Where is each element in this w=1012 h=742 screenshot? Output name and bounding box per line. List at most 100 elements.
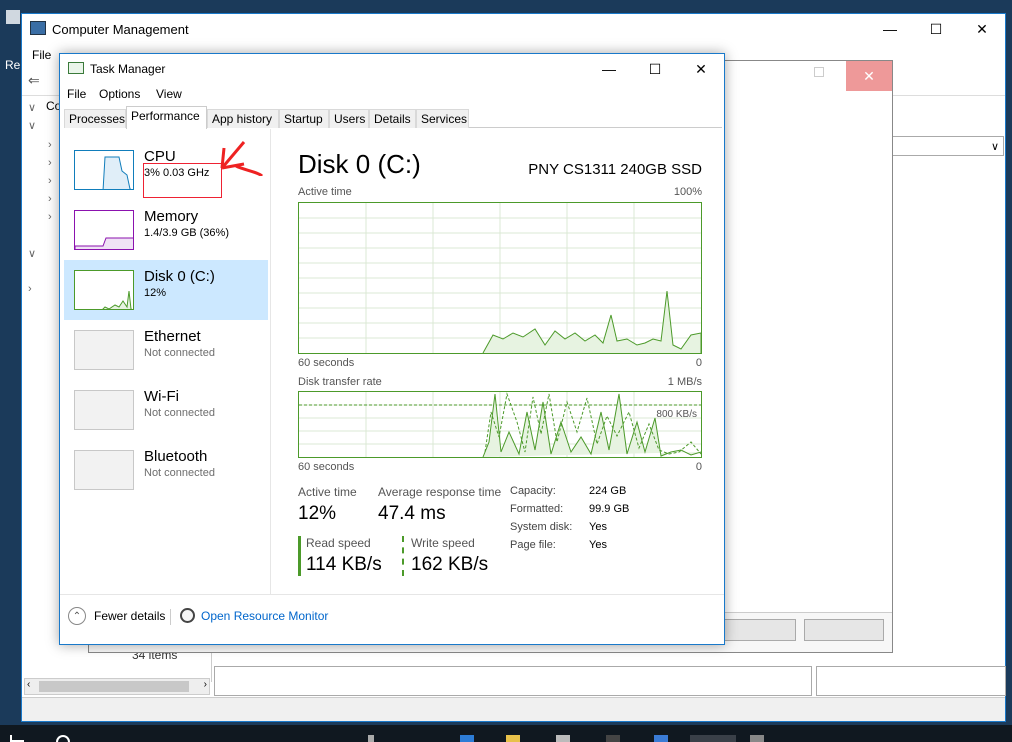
disk-title: Disk 0 (C:) [298,149,421,179]
resource-name: Disk 0 (C:) [144,268,215,285]
taskbar-active-app[interactable] [690,735,736,742]
tree-chevron-icon[interactable]: › [48,157,52,169]
avg-response-label: Average response time [378,485,502,499]
resource-item-wifi[interactable]: Wi-Fi Not connected [64,380,268,440]
memory-thumbnail-graph [74,210,134,250]
tab-details[interactable]: Details [369,109,416,128]
resource-name: Ethernet [144,328,201,345]
resource-detail: Not connected [144,467,215,479]
tab-startup[interactable]: Startup [279,109,329,128]
disk-detail-panel: Disk 0 (C:) PNY CS1311 240GB SSD Active … [298,149,702,589]
back-arrow-icon[interactable]: ⇐ [28,72,40,89]
resource-item-disk[interactable]: Disk 0 (C:) 12% [64,260,268,320]
resource-name: Bluetooth [144,448,208,465]
desktop-icon[interactable] [6,10,20,24]
tm-footer: ⌃ Fewer details Open Resource Monitor [60,594,724,644]
resource-item-ethernet[interactable]: Ethernet Not connected [64,320,268,380]
tm-close-button[interactable]: ✕ [678,54,724,84]
spec-value: Yes [589,539,607,551]
resource-item-memory[interactable]: Memory 1.4/3.9 GB (36%) [64,200,268,260]
dialog-close-button[interactable]: ✕ [846,61,892,91]
write-speed-indicator [402,536,404,576]
tm-minimize-button[interactable]: — [586,54,632,84]
active-time-value: 12% [298,503,337,524]
tree-chevron-icon[interactable]: › [48,193,52,205]
tab-services[interactable]: Services [416,109,469,128]
spec-value: 99.9 GB [589,503,630,515]
tm-menu-options[interactable]: Options [99,87,140,101]
footer-divider [170,609,171,625]
dialog-button[interactable] [716,619,796,641]
tree-chevron-icon[interactable]: › [48,211,52,223]
tree-chevron-icon[interactable]: › [28,283,32,295]
cm-title-bar: Computer Management — ☐ ✕ [22,14,1005,44]
read-speed-value: 114 KB/s [306,554,382,575]
tab-processes[interactable]: Processes [64,109,126,128]
scroll-right-icon[interactable]: › [204,679,207,690]
store-icon[interactable] [556,735,570,742]
tm-menu-bar: File Options View [60,84,724,104]
disk-model: PNY CS1311 240GB SSD [528,161,702,178]
folder-icon[interactable] [506,735,520,742]
active-time-x-left: 60 seconds [298,357,355,369]
spec-label: System disk: [510,521,573,533]
tab-users[interactable]: Users [329,109,369,128]
active-time-graph-label: Active time [298,186,352,198]
start-icon[interactable] [10,735,24,742]
disk-transfer-graph: 800 KB/s [298,391,702,458]
tm-maximize-button[interactable]: ☐ [632,54,678,84]
resource-item-bluetooth[interactable]: Bluetooth Not connected [64,440,268,500]
spec-label: Page file: [510,539,556,551]
cm-maximize-button[interactable]: ☐ [913,14,959,44]
spec-value: Yes [589,521,607,533]
tm-tab-strip: Processes Performance App history Startu… [64,106,722,129]
tree-expand-icon[interactable]: ∨ [28,101,36,114]
tree-chevron-icon[interactable]: › [48,175,52,187]
chevron-up-icon[interactable]: ⌃ [68,607,86,625]
tab-app-history[interactable]: App history [207,109,279,128]
tm-window-title: Task Manager [90,62,166,76]
bluetooth-thumbnail-graph [74,450,134,490]
resource-list: CPU 3% 0.03 GHz Memory 1.4/3.9 GB (36%) … [60,129,271,594]
open-resource-monitor-link[interactable]: Open Resource Monitor [201,609,328,623]
resource-detail: 1.4/3.9 GB (36%) [144,227,229,239]
tab-performance[interactable]: Performance [126,106,207,129]
read-speed-indicator [298,536,301,576]
scrollbar-thumb[interactable] [39,681,189,692]
write-speed-label: Write speed [411,536,475,550]
edge-icon[interactable] [460,735,474,742]
transfer-x-right: 0 [695,461,702,473]
app-icon[interactable] [606,735,620,742]
cm-right-panel [816,666,1006,696]
cm-middle-panel [214,666,812,696]
active-time-x-right: 0 [695,357,702,369]
dialog-maximize-button[interactable] [814,67,824,77]
transfer-x-left: 60 seconds [298,461,355,473]
resource-monitor-icon[interactable] [180,608,195,623]
resource-name: Wi-Fi [144,388,179,405]
cm-minimize-button[interactable]: — [867,14,913,44]
transfer-graph-max: 1 MB/s [667,376,702,388]
resource-detail: Not connected [144,347,215,359]
transfer-graph-mid-label: 800 KB/s [656,409,697,420]
taskbar [0,725,1012,742]
search-icon[interactable] [56,735,70,742]
cm-menu-file[interactable]: File [32,48,51,62]
cm-horizontal-scrollbar[interactable]: ‹ › [24,678,210,695]
dialog-button[interactable] [804,619,884,641]
task-view-icon[interactable] [368,735,374,742]
tree-expand-icon[interactable]: ∨ [28,247,36,260]
cm-close-button[interactable]: ✕ [959,14,1005,44]
app-icon[interactable] [654,735,668,742]
fewer-details-link[interactable]: Fewer details [94,609,165,623]
avg-response-value: 47.4 ms [378,503,446,524]
cpu-thumbnail-graph [74,150,134,190]
annotation-arrow-icon [220,141,264,176]
tm-menu-file[interactable]: File [67,87,86,101]
tree-chevron-icon[interactable]: › [48,139,52,151]
tree-expand-icon[interactable]: ∨ [28,119,36,132]
tm-menu-view[interactable]: View [156,87,182,101]
scroll-left-icon[interactable]: ‹ [27,679,30,690]
resource-detail: Not connected [144,407,215,419]
gear-icon[interactable] [750,735,764,742]
